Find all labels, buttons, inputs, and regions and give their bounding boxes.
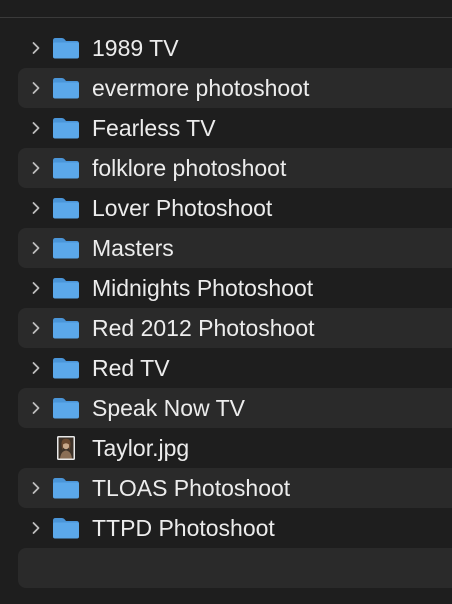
item-name-label: Midnights Photoshoot <box>92 275 314 301</box>
folder-row-masters[interactable]: Masters <box>18 228 452 268</box>
folder-icon <box>51 115 81 141</box>
disclosure-chevron-icon[interactable] <box>26 238 46 258</box>
disclosure-chevron-icon[interactable] <box>26 38 46 58</box>
disclosure-chevron-icon[interactable] <box>26 318 46 338</box>
item-name-label: Red 2012 Photoshoot <box>92 315 315 341</box>
item-name-label: 1989 TV <box>92 35 179 61</box>
folder-icon <box>51 395 81 421</box>
folder-row-ttpd-photoshoot[interactable]: TTPD Photoshoot <box>18 508 452 548</box>
column-header-strip <box>0 0 452 18</box>
disclosure-chevron-icon[interactable] <box>26 78 46 98</box>
folder-row-lover-photoshoot[interactable]: Lover Photoshoot <box>18 188 452 228</box>
item-name-label: Red TV <box>92 355 170 381</box>
disclosure-chevron-icon[interactable] <box>26 118 46 138</box>
item-name-label: TLOAS Photoshoot <box>92 475 291 501</box>
folder-row-fearless-tv[interactable]: Fearless TV <box>18 108 452 148</box>
disclosure-chevron-icon[interactable] <box>26 158 46 178</box>
folder-icon <box>51 515 81 541</box>
disclosure-chevron-icon[interactable] <box>26 398 46 418</box>
folder-icon <box>51 475 81 501</box>
folder-icon <box>51 35 81 61</box>
disclosure-chevron-icon[interactable] <box>26 198 46 218</box>
folder-row-speak-now-tv[interactable]: Speak Now TV <box>18 388 452 428</box>
folder-row-evermore-photoshoot[interactable]: evermore photoshoot <box>18 68 452 108</box>
folder-icon <box>51 355 81 381</box>
disclosure-chevron-icon[interactable] <box>26 478 46 498</box>
folder-row-midnights-photoshoot[interactable]: Midnights Photoshoot <box>18 268 452 308</box>
folder-row-1989-tv[interactable]: 1989 TV <box>18 28 452 68</box>
item-name-label: Taylor.jpg <box>92 435 190 461</box>
folder-icon <box>51 75 81 101</box>
folder-icon <box>51 235 81 261</box>
file-row-taylor-jpg[interactable]: Taylor.jpg <box>18 428 452 468</box>
image-file-icon <box>51 435 81 461</box>
item-name-label: Speak Now TV <box>92 395 245 421</box>
disclosure-chevron-icon[interactable] <box>26 518 46 538</box>
disclosure-chevron-icon[interactable] <box>26 358 46 378</box>
item-name-label: evermore photoshoot <box>92 75 310 101</box>
folder-icon <box>51 155 81 181</box>
folder-row-red-tv[interactable]: Red TV <box>18 348 452 388</box>
item-name-label: Masters <box>92 235 174 261</box>
folder-icon <box>51 195 81 221</box>
item-name-label: TTPD Photoshoot <box>92 515 275 541</box>
item-name-label: Lover Photoshoot <box>92 195 273 221</box>
disclosure-chevron-icon[interactable] <box>26 278 46 298</box>
folder-icon <box>51 275 81 301</box>
folder-row-folklore-photoshoot[interactable]: folklore photoshoot <box>18 148 452 188</box>
item-name-label: Fearless TV <box>92 115 216 141</box>
folder-row-tloas-photoshoot[interactable]: TLOAS Photoshoot <box>18 468 452 508</box>
file-list: 1989 TV evermore photoshoot Fearless TV fol… <box>18 28 452 588</box>
empty-list-row <box>18 548 452 588</box>
folder-row-red-2012-photoshoot[interactable]: Red 2012 Photoshoot <box>18 308 452 348</box>
item-name-label: folklore photoshoot <box>92 155 287 181</box>
folder-icon <box>51 315 81 341</box>
